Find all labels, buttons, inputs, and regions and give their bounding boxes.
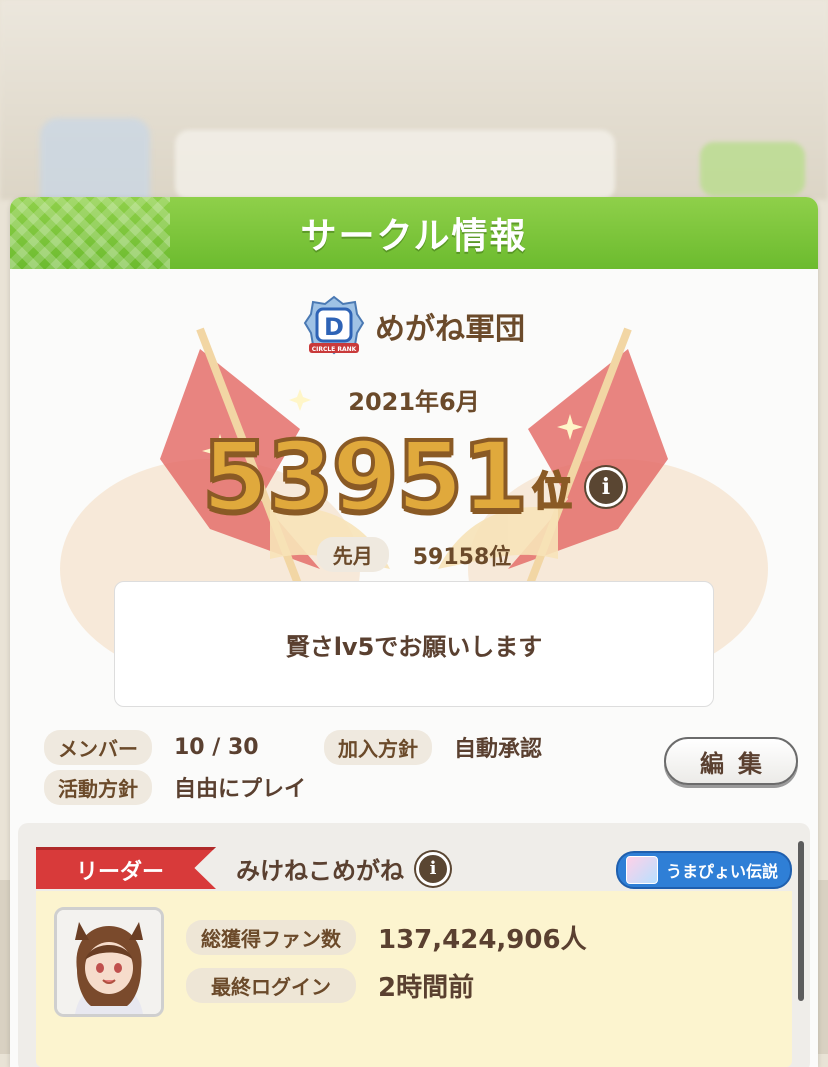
leader-panel: リーダー みけねこめがね i うまぴょい伝説 総獲得ファン数 137,424,9…	[18, 823, 810, 1067]
fans-row: 総獲得ファン数 137,424,906人	[186, 919, 587, 956]
badge-caption: CIRCLE RANK	[312, 346, 357, 353]
info-row-members: メンバー 10 / 30 加入方針 自動承認	[44, 727, 542, 767]
leader-title-text: うまぴょい伝説	[665, 862, 778, 881]
header-pattern	[10, 197, 170, 269]
circle-info-grid: メンバー 10 / 30 加入方針 自動承認 活動方針 自由にプレイ	[44, 727, 542, 807]
circle-name: めがね軍団	[375, 312, 525, 347]
join-policy-label: 加入方針	[324, 729, 432, 765]
leader-role-ribbon: リーダー	[36, 847, 216, 889]
circle-message-text: 賢さlv5でお願いします	[285, 632, 543, 661]
scrollbar[interactable]	[798, 841, 804, 1001]
dialog-title: サークル情報	[300, 216, 528, 257]
rank-row: 53951 位 i	[10, 417, 818, 533]
leader-body: 総獲得ファン数 137,424,906人 最終ログイン 2時間前	[36, 891, 792, 1067]
rank-info-icon[interactable]: i	[585, 467, 626, 507]
avatar-character-icon	[57, 910, 161, 1014]
rank-suffix: 位	[531, 468, 573, 516]
leader-title-badge[interactable]: うまぴょい伝説	[615, 851, 792, 889]
leader-name-row: みけねこめがね i	[236, 851, 450, 886]
circle-rank-badge-icon: D CIRCLE RANK	[303, 295, 365, 355]
circle-name-row: D CIRCLE RANK めがね軍団	[10, 295, 818, 357]
activity-policy-label: 活動方針	[44, 769, 152, 805]
info-row-activity: 活動方針 自由にプレイ	[44, 767, 542, 807]
leader-avatar[interactable]	[54, 907, 164, 1017]
badge-letter: D	[324, 313, 344, 341]
member-value: 10 / 30	[174, 734, 259, 760]
activity-policy-value: 自由にプレイ	[174, 777, 307, 802]
previous-rank-label: 先月	[316, 537, 389, 572]
last-login-value: 2時間前	[378, 973, 475, 1003]
leader-header: リーダー みけねこめがね i うまぴょい伝説	[36, 847, 792, 889]
circle-info-dialog: サークル情報 D CIRCLE RANK めがね軍団 2021年6月 53951…	[10, 197, 818, 1067]
fans-label: 総獲得ファン数	[186, 920, 356, 955]
title-badge-icon	[625, 856, 658, 884]
last-login-row: 最終ログイン 2時間前	[186, 967, 474, 1004]
rank-number: 53951	[200, 421, 530, 533]
member-label: メンバー	[44, 729, 152, 765]
background-name-bar	[175, 130, 615, 200]
last-login-label: 最終ログイン	[186, 968, 356, 1003]
leader-info-icon[interactable]: i	[416, 851, 450, 886]
rank-month: 2021年6月	[348, 388, 480, 416]
leader-role-label: リーダー	[76, 859, 165, 885]
circle-message: 賢さlv5でお願いします	[114, 581, 714, 707]
background-button	[700, 142, 805, 196]
join-policy-value: 自動承認	[454, 737, 543, 762]
previous-rank-value: 59158位	[412, 544, 512, 570]
fans-value: 137,424,906人	[378, 925, 587, 955]
edit-button[interactable]: 編集	[664, 737, 798, 785]
leader-name: みけねこめがね	[236, 857, 404, 885]
dialog-header: サークル情報	[10, 197, 818, 269]
previous-rank-row: 先月 59158位	[10, 537, 818, 572]
